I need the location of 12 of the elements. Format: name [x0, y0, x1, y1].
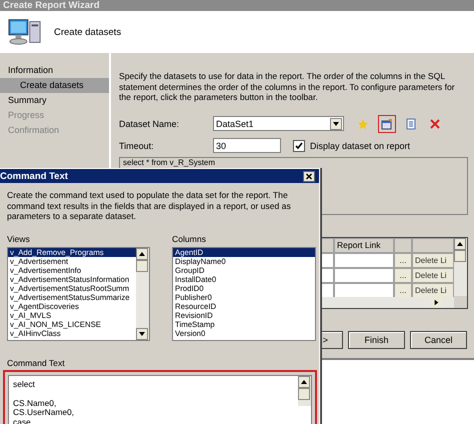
list-label: Views [7, 234, 31, 244]
field-label: Command Text [7, 358, 66, 368]
list-label: Columns [172, 234, 207, 244]
column-header: Report Link [334, 238, 394, 252]
page-heading: Create datasets [54, 26, 122, 38]
description-text: Specify the datasets to use for data in the report. The order of the columns in the SQL statement determines the order of the columns in the report. To configure parameters for the report, click the parameters button in the toolbar. [119, 71, 456, 102]
dialog-title: Command Text [0, 170, 68, 182]
checkbox-label: Display dataset on report [310, 140, 410, 150]
field-label: Dataset Name: [119, 118, 180, 128]
description-text: Create the command text used to populate the data set for the report. The command text results in the fields that are displayed in a report, or used as parameters to a separate dataset. [7, 190, 292, 222]
field-label: Timeout: [119, 140, 155, 150]
window-title: Create Report Wizard [0, 0, 474, 11]
